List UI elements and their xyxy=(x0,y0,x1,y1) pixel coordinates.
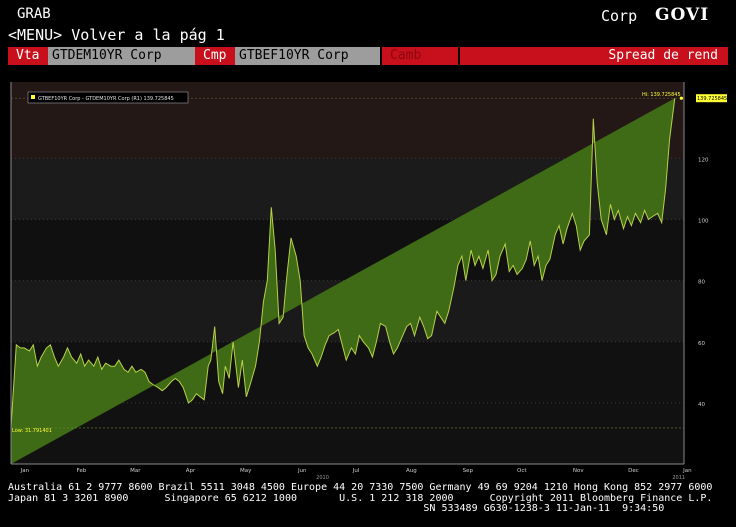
x-tick-label: Jul xyxy=(352,468,360,474)
x-tick-label: Sep xyxy=(463,468,474,474)
footer-contacts: Australia 61 2 9777 8600 Brazil 5511 304… xyxy=(8,482,728,515)
x-tick-label: Nov xyxy=(573,468,584,474)
hi-label: Hi: 139.725845 xyxy=(642,92,681,98)
cmp-ticker-field[interactable]: GTBEF10YR Corp xyxy=(235,47,380,65)
y-tick-label: 40 xyxy=(698,402,705,408)
legend-text: GTBEF10YR Corp - GTDEM10YR Corp (R1) 139… xyxy=(38,96,174,102)
grab-button[interactable]: GRAB xyxy=(17,6,51,22)
x-tick-label: Dec xyxy=(628,468,639,474)
function-label: GOVI xyxy=(655,5,710,25)
x-tick-label: Aug xyxy=(406,468,417,474)
x-tick-label: Apr xyxy=(186,468,196,474)
y-tick-label: 60 xyxy=(698,341,705,347)
sector-label: Corp xyxy=(601,7,638,25)
x-tick-label: May xyxy=(240,468,252,474)
vta-label: Vta xyxy=(8,47,48,65)
y-tick-label: 120 xyxy=(698,157,709,163)
last-value-label: 139.725845 xyxy=(697,96,727,102)
header-bar: GRAB <MENU> Volver a la pág 1 Corp GOVI xyxy=(0,0,736,46)
x-tick-label: Jun xyxy=(297,468,307,474)
cmp-label: Cmp xyxy=(195,47,235,65)
last-point xyxy=(679,96,683,100)
field-bar: Vta GTDEM10YR Corp Cmp GTBEF10YR Corp Ca… xyxy=(8,47,728,65)
x-tick-label: Jan xyxy=(20,468,30,474)
footer-line-3: SN 533489 G630-1238-3 11-Jan-11 9:34:50 xyxy=(8,503,665,514)
footer-line-1: Australia 61 2 9777 8600 Brazil 5511 304… xyxy=(8,482,713,493)
camb-button[interactable]: Camb xyxy=(382,47,458,65)
year-label: 2010 xyxy=(316,475,329,481)
x-tick-label: Jan xyxy=(682,468,692,474)
spread-mode-button[interactable]: Spread de rend xyxy=(460,47,728,65)
spread-chart-svg: 40 60 80 100 120 Jan Feb Mar Apr May Jun Jul Aug Sep O… xyxy=(8,80,728,484)
x-tick-label: Oct xyxy=(517,468,527,474)
x-tick-label: Feb xyxy=(77,468,87,474)
y-tick-label: 80 xyxy=(698,280,705,286)
vta-ticker-field[interactable]: GTDEM10YR Corp xyxy=(48,47,195,65)
legend-swatch xyxy=(31,95,35,99)
x-tick-label: Mar xyxy=(130,468,141,474)
y-tick-label: 100 xyxy=(698,219,709,225)
year-label-end: 2011 xyxy=(672,475,685,481)
menu-back-link[interactable]: <MENU> Volver a la pág 1 xyxy=(8,26,225,44)
low-label: Low: 31.791401 xyxy=(12,428,52,434)
spread-chart: 40 60 80 100 120 Jan Feb Mar Apr May Jun Jul Aug Sep O… xyxy=(8,80,728,484)
